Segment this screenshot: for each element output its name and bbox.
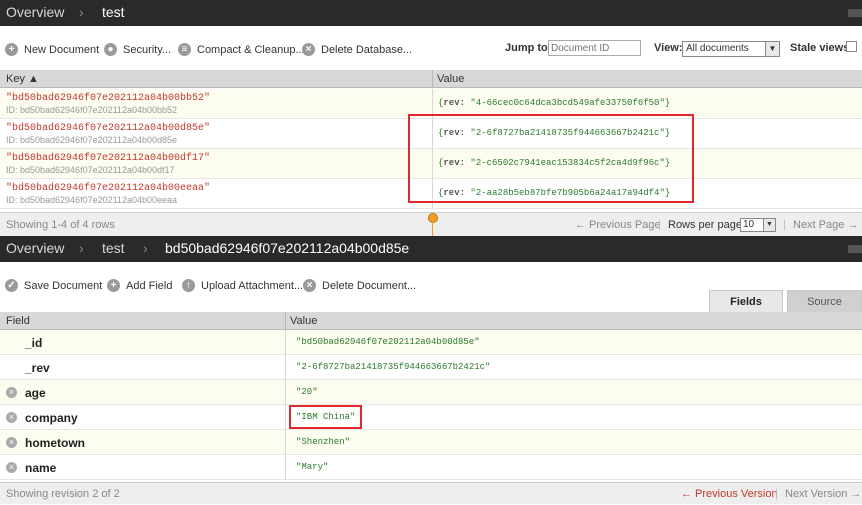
previous-version-link[interactable]: ← Previous Version: [681, 483, 778, 505]
jump-to-label: Jump to:: [505, 42, 552, 54]
key-column-header[interactable]: Key ▲: [6, 70, 39, 88]
column-divider: [285, 312, 286, 330]
add-field-button[interactable]: + Add Field: [107, 278, 172, 294]
next-page-link[interactable]: Next Page →: [793, 213, 858, 237]
chevron-down-icon: ▼: [763, 219, 775, 231]
view-label: View:: [654, 42, 683, 54]
stale-views-label: Stale views: [790, 42, 850, 54]
field-name[interactable]: name: [25, 461, 56, 475]
document-id: ID: bd50bad62946f07e202112a04b00d85e: [6, 135, 177, 145]
upload-attachment-button[interactable]: ↑ Upload Attachment...: [182, 278, 303, 294]
delete-field-icon[interactable]: ×: [6, 387, 17, 398]
close-icon: ×: [303, 279, 316, 292]
field-name: _rev: [25, 361, 50, 375]
delete-field-icon[interactable]: ×: [6, 437, 17, 448]
column-divider: [285, 330, 286, 354]
delete-document-button[interactable]: × Delete Document...: [303, 278, 416, 294]
new-document-button[interactable]: + New Document: [5, 42, 99, 58]
document-value: {rev: "4-66cec0c64dca3bcd549afe33750f6f5…: [438, 98, 671, 108]
document-key[interactable]: "bd50bad62946f07e202112a04b00df17": [6, 153, 210, 164]
breadcrumb-document: bd50bad62946f07e202112a04b00d85e: [165, 240, 410, 256]
field-row[interactable]: × hometown "Shenzhen": [0, 430, 862, 455]
rows-count-text: Showing 1-4 of 4 rows: [6, 219, 115, 231]
stale-views-checkbox[interactable]: [846, 41, 857, 52]
tab-fields[interactable]: Fields: [709, 290, 783, 312]
divider: |: [783, 219, 786, 231]
breadcrumb-database[interactable]: test: [102, 4, 125, 20]
divider: |: [658, 219, 661, 231]
column-divider: [432, 70, 433, 88]
next-version-link[interactable]: Next Version →: [785, 483, 861, 505]
delete-field-icon[interactable]: ×: [6, 462, 17, 473]
chevron-down-icon: ▼: [765, 42, 779, 56]
column-divider: [285, 405, 286, 429]
delete-field-icon[interactable]: ×: [6, 412, 17, 423]
documents-column-header: Key ▲ Value: [0, 70, 862, 88]
shield-icon: ●: [104, 43, 117, 56]
field-value[interactable]: "Mary": [296, 462, 328, 472]
column-divider: [285, 380, 286, 404]
document-key[interactable]: "bd50bad62946f07e202112a04b00d85e": [6, 123, 210, 134]
company-highlight-box: [289, 405, 362, 429]
view-select[interactable]: All documents ▼: [682, 41, 780, 57]
check-icon: ✓: [5, 279, 18, 292]
column-divider: [285, 430, 286, 454]
document-key[interactable]: "bd50bad62946f07e202112a04b00bb52": [6, 93, 210, 104]
document-id: ID: bd50bad62946f07e202112a04b00bb52: [6, 105, 177, 115]
rows-per-page-label: Rows per page:: [668, 219, 746, 231]
column-divider: [285, 455, 286, 479]
splitter-line: [432, 222, 433, 236]
field-value[interactable]: "bd50bad62946f07e202112a04b00d85e": [296, 337, 480, 347]
breadcrumb-separator: ›: [79, 4, 84, 20]
breadcrumb-separator: ›: [79, 240, 84, 256]
field-row[interactable]: × name "Mary": [0, 455, 862, 480]
breadcrumb-overview[interactable]: Overview: [6, 240, 64, 256]
field-name: _id: [25, 336, 43, 350]
bottom-title-bar: Overview › test › bd50bad62946f07e202112…: [0, 236, 862, 262]
database-toolbar: + New Document ● Security... ≡ Compact & Cl…: [0, 26, 862, 70]
breadcrumb-overview[interactable]: Overview: [6, 4, 64, 20]
column-divider: [285, 355, 286, 379]
compact-icon: ≡: [178, 43, 191, 56]
splitter-handle[interactable]: [428, 213, 438, 223]
revision-highlight-box: [408, 114, 694, 203]
document-key[interactable]: "bd50bad62946f07e202112a04b00eeaa": [6, 183, 210, 194]
field-column-header: Field: [6, 315, 30, 327]
tab-source[interactable]: Source: [787, 290, 862, 312]
field-value[interactable]: "20": [296, 387, 318, 397]
compact-cleanup-button[interactable]: ≡ Compact & Cleanup...: [178, 42, 305, 58]
document-id: ID: bd50bad62946f07e202112a04b00df17: [6, 165, 175, 175]
previous-page-link[interactable]: ← Previous Page: [575, 213, 661, 237]
panel-grip-handle[interactable]: [848, 245, 862, 253]
panel-grip-handle[interactable]: [848, 9, 862, 17]
field-value[interactable]: "Shenzhen": [296, 437, 350, 447]
field-name[interactable]: hometown: [25, 436, 85, 450]
field-row[interactable]: _id "bd50bad62946f07e202112a04b00d85e": [0, 330, 862, 355]
plus-icon: +: [107, 279, 120, 292]
save-document-button[interactable]: ✓ Save Document: [5, 278, 102, 294]
close-icon: ×: [302, 43, 315, 56]
document-id: ID: bd50bad62946f07e202112a04b00eeaa: [6, 195, 177, 205]
revision-count-text: Showing revision 2 of 2: [6, 488, 120, 500]
jump-to-document-input[interactable]: [548, 40, 641, 56]
delete-database-button[interactable]: × Delete Database...: [302, 42, 412, 58]
field-name[interactable]: age: [25, 386, 46, 400]
value-column-header: Value: [290, 315, 318, 327]
divider: |: [775, 488, 778, 500]
security-button[interactable]: ● Security...: [104, 42, 171, 58]
rows-per-page-select[interactable]: 10 ▼: [740, 218, 776, 232]
value-column-header: Value: [437, 73, 465, 85]
fields-column-header: Field Value: [0, 312, 862, 330]
top-title-bar: Overview › test: [0, 0, 862, 26]
breadcrumb-separator: ›: [143, 240, 148, 256]
field-row[interactable]: × company "IBM China": [0, 405, 862, 430]
breadcrumb-database[interactable]: test: [102, 240, 125, 256]
field-row[interactable]: _rev "2-6f8727ba21418735f944663667b2421c…: [0, 355, 862, 380]
field-name[interactable]: company: [25, 411, 78, 425]
plus-icon: +: [5, 43, 18, 56]
field-row[interactable]: × age "20": [0, 380, 862, 405]
revision-pagination-bar: Showing revision 2 of 2 ← Previous Versi…: [0, 482, 862, 504]
upload-icon: ↑: [182, 279, 195, 292]
field-value[interactable]: "2-6f8727ba21418735f944663667b2421c": [296, 362, 490, 372]
